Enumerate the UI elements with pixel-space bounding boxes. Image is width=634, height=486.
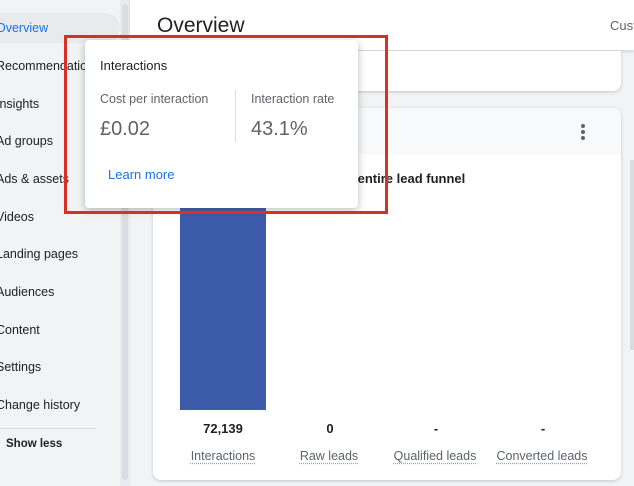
raw-leads-label[interactable]: Raw leads <box>274 449 384 463</box>
show-less-button[interactable]: Show less <box>6 438 62 450</box>
sidebar-item-label: Content <box>0 323 40 337</box>
sidebar-item-settings[interactable]: Settings <box>0 352 120 382</box>
converted-leads-value: - <box>540 421 546 436</box>
cost-per-interaction-label: Cost per interaction <box>100 92 209 106</box>
adjacent-panel-edge <box>630 160 634 350</box>
qualified-leads-value: - <box>433 421 439 436</box>
sidebar-item-label: Landing pages <box>0 247 79 261</box>
sidebar-divider <box>0 428 96 429</box>
sidebar-item-label: Overview <box>0 21 49 35</box>
converted-leads-label[interactable]: Converted leads <box>487 449 597 463</box>
cost-per-interaction-value: £0.02 <box>100 118 151 140</box>
sidebar-item-label: Ads & assets <box>0 172 69 186</box>
sidebar-item-overview[interactable]: Overview <box>0 13 120 43</box>
sidebar-item-content[interactable]: Content <box>0 315 120 345</box>
sidebar-item-label: Settings <box>0 360 42 374</box>
card-title: ur entire lead funnel <box>341 171 466 186</box>
qualified-leads-label[interactable]: Qualified leads <box>380 449 490 463</box>
interaction-rate-label: Interaction rate <box>251 92 335 106</box>
tooltip-divider <box>235 90 236 142</box>
sidebar-item-label: Change history <box>0 398 81 412</box>
more-options-icon[interactable] <box>581 124 585 142</box>
sidebar-item-label: Ad groups <box>0 134 53 148</box>
sidebar-item-audiences[interactable]: Audiences <box>0 277 120 307</box>
interactions-label[interactable]: Interactions <box>168 449 278 463</box>
interactions-tooltip: Interactions Cost per interaction £0.02 … <box>85 40 358 208</box>
tooltip-title: Interactions <box>100 58 168 73</box>
sidebar-item-label: Audiences <box>0 285 55 299</box>
sidebar-item-label: Videos <box>0 210 34 224</box>
sidebar-item-landing-pages[interactable]: Landing pages <box>0 239 120 269</box>
raw-leads-value: 0 <box>326 421 334 436</box>
interactions-value: 72,139 <box>203 421 243 436</box>
bar-interactions[interactable] <box>180 190 266 410</box>
learn-more-link[interactable]: Learn more <box>108 167 174 182</box>
interaction-rate-value: 43.1% <box>251 118 308 140</box>
sidebar-item-change-history[interactable]: Change history <box>0 390 120 420</box>
page-title: Overview <box>157 14 245 37</box>
sidebar-item-label: Insights <box>0 97 40 111</box>
header-right-text[interactable]: Cust <box>610 18 634 33</box>
